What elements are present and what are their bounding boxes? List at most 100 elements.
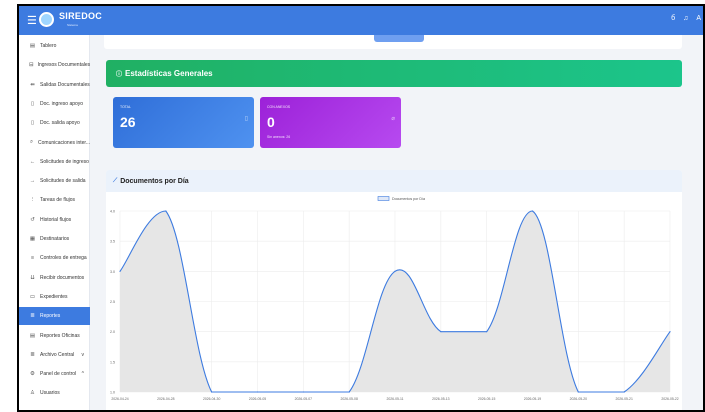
send-icon: ⇚ bbox=[30, 81, 35, 88]
y-tick-label: 2.0 bbox=[110, 330, 115, 334]
table-icon: ▤ bbox=[29, 43, 36, 49]
x-tick-label: 2026-05-22 bbox=[661, 397, 678, 401]
data-point bbox=[440, 331, 442, 333]
stat-card-anexos[interactable]: CON ANEXOS 0 Sin anexos: 26 ⌀ bbox=[260, 97, 401, 148]
sidebar-item-label: Doc. ingreso apoyo bbox=[40, 100, 84, 107]
users-list-icon: ▦ bbox=[29, 236, 36, 242]
y-tick-label: 3.5 bbox=[110, 240, 115, 244]
y-tick-label: 1.0 bbox=[110, 391, 115, 395]
document-out-icon: ▯ bbox=[30, 120, 35, 127]
y-tick-label: 4.0 bbox=[110, 210, 115, 214]
y-tick-label: 3.0 bbox=[110, 270, 115, 274]
chart-panel: ⟋ Documentos por Día 1.0 1.5 2.0 2.5 3.0 3.5 4… bbox=[106, 170, 682, 410]
user-icon: ♙ bbox=[30, 390, 35, 397]
document-icon: ▯ bbox=[244, 116, 248, 122]
bell-icon[interactable]: б bbox=[671, 15, 675, 22]
sidebar-item[interactable]: ▤ Reportes Oficinas bbox=[19, 327, 90, 345]
data-point bbox=[256, 391, 259, 393]
sidebar-item[interactable]: ⇚ Salidas Documentales bbox=[19, 76, 90, 94]
arrow-right-icon: → bbox=[29, 178, 36, 185]
x-tick-label: 2026-05-07 bbox=[295, 397, 312, 401]
sidebar-item[interactable]: ⊟ Ingresos Documentales bbox=[19, 56, 90, 74]
sidebar-item-label: Expedientes bbox=[40, 293, 68, 300]
list-icon: ≡ bbox=[30, 255, 35, 262]
sidebar-item[interactable]: ≡ Controles de entrega bbox=[19, 249, 90, 267]
sidebar-item-label: Tareas de flujos bbox=[40, 197, 76, 204]
chevron-down-icon[interactable]: v bbox=[82, 352, 85, 358]
paperclip-icon: ⌀ bbox=[391, 116, 395, 122]
notification-icon[interactable]: ♫ bbox=[683, 15, 688, 22]
data-point bbox=[348, 391, 350, 393]
data-point bbox=[577, 391, 579, 393]
sidebar-item-label: Archivo Central bbox=[40, 351, 75, 358]
sidebar-item[interactable]: ▭ Expedientes bbox=[19, 288, 90, 306]
data-point bbox=[394, 270, 396, 272]
history-icon: ↺ bbox=[30, 216, 35, 223]
sidebar-item-label: Historial flujos bbox=[40, 216, 72, 223]
x-tick-label: 2026-05-19 bbox=[524, 397, 541, 401]
sidebar-item-label: Reportes bbox=[40, 313, 61, 320]
sidebar-item[interactable]: ≣ Reportes bbox=[19, 307, 90, 326]
x-tick-label: 2026-05-11 bbox=[386, 397, 403, 401]
legend-swatch bbox=[377, 196, 390, 201]
sidebar-item[interactable]: → Solicitudes de salida bbox=[19, 172, 90, 190]
data-point bbox=[531, 210, 534, 212]
sidebar-item[interactable]: ▤ Tablero bbox=[19, 37, 90, 55]
x-tick-label: 2026-05-08 bbox=[340, 397, 357, 401]
x-tick-label: 2026-05-15 bbox=[478, 397, 495, 401]
chart-header: ⟋ Documentos por Día bbox=[106, 170, 682, 192]
receive-icon: ⇊ bbox=[30, 274, 35, 281]
sidebar-item[interactable]: ⌕ Comunicaciones inter... bbox=[19, 134, 90, 152]
data-point bbox=[669, 331, 671, 333]
top-pill-button[interactable] bbox=[374, 35, 424, 42]
x-tick-label: 2026-05-05 bbox=[249, 397, 266, 401]
info-icon: ⓘ bbox=[116, 72, 123, 78]
sidebar-item[interactable]: ⫶ Tareas de flujos bbox=[19, 191, 90, 209]
sidebar-item-label: Doc. salida apoyo bbox=[40, 120, 80, 127]
brand-name[interactable]: SIREDOC bbox=[59, 11, 102, 21]
inbox-icon: ⊟ bbox=[29, 62, 34, 69]
data-point bbox=[623, 391, 625, 393]
sidebar-item-label: Reportes Oficinas bbox=[40, 332, 80, 339]
stats-banner: ⓘ Estadísticas Generales bbox=[106, 60, 682, 87]
sidebar-item-label: Recibir documentos bbox=[40, 274, 85, 281]
sidebar-item-label: Comunicaciones inter... bbox=[38, 139, 90, 146]
x-tick-label: 2026-05-21 bbox=[615, 397, 632, 401]
sidebar-item[interactable]: ▯ Doc. ingreso apoyo bbox=[19, 95, 90, 113]
data-point bbox=[486, 331, 488, 333]
brand-subtitle: Sistema bbox=[67, 23, 78, 27]
user-icon[interactable]: A bbox=[696, 15, 701, 22]
report-office-icon: ▤ bbox=[29, 332, 36, 339]
chat-icon: ⌕ bbox=[29, 139, 34, 145]
flow-icon: ⫶ bbox=[31, 196, 34, 203]
folder-icon: ▭ bbox=[29, 293, 36, 300]
sidebar-item[interactable]: ♙ Usuarios bbox=[19, 384, 90, 402]
sidebar-item[interactable]: ← Solicitudes de ingreso bbox=[19, 153, 90, 171]
sidebar-item[interactable]: ⇊ Recibir documentos bbox=[19, 269, 90, 287]
legend-label: Documentos por Día bbox=[392, 197, 425, 201]
x-tick-label: 2026-04-24 bbox=[111, 397, 128, 401]
sidebar-item-label: Tablero bbox=[40, 43, 57, 49]
sidebar-item[interactable]: ≣ Archivo Central v bbox=[19, 346, 90, 364]
data-point bbox=[302, 391, 304, 393]
sidebar-item-label: Destinatarios bbox=[40, 236, 70, 242]
stat-card-total[interactable]: TOTAL 26 ▯ bbox=[113, 97, 254, 148]
stat-label: CON ANEXOS bbox=[267, 105, 291, 109]
sidebar-item[interactable]: ↺ Historial flujos bbox=[19, 211, 90, 229]
stat-label: TOTAL bbox=[120, 105, 131, 109]
menu-toggle-icon[interactable]: ☰ bbox=[27, 14, 37, 27]
stat-value: 26 bbox=[120, 114, 136, 130]
topbar-icons: б ♫ A bbox=[665, 15, 701, 22]
sidebar-item-label: Usuarios bbox=[40, 390, 60, 397]
sidebar-item[interactable]: ▯ Doc. salida apoyo bbox=[19, 114, 90, 132]
sidebar-item-label: Controles de entrega bbox=[40, 255, 87, 262]
chevron-up-icon[interactable]: ^ bbox=[82, 371, 84, 377]
sidebar-item-label: Salidas Documentales bbox=[40, 81, 90, 88]
archive-icon: ≣ bbox=[30, 351, 35, 358]
sidebar-item[interactable]: ⚙ Panel de control ^ bbox=[19, 365, 90, 383]
x-tick-label: 2026-04-28 bbox=[157, 397, 174, 401]
y-tick-label: 1.5 bbox=[110, 360, 115, 364]
main-content: ⓘ Estadísticas Generales TOTAL 26 ▯ CON … bbox=[90, 35, 703, 410]
brand-logo[interactable] bbox=[39, 12, 54, 27]
sidebar-item[interactable]: ▦ Destinatarios bbox=[19, 230, 90, 248]
